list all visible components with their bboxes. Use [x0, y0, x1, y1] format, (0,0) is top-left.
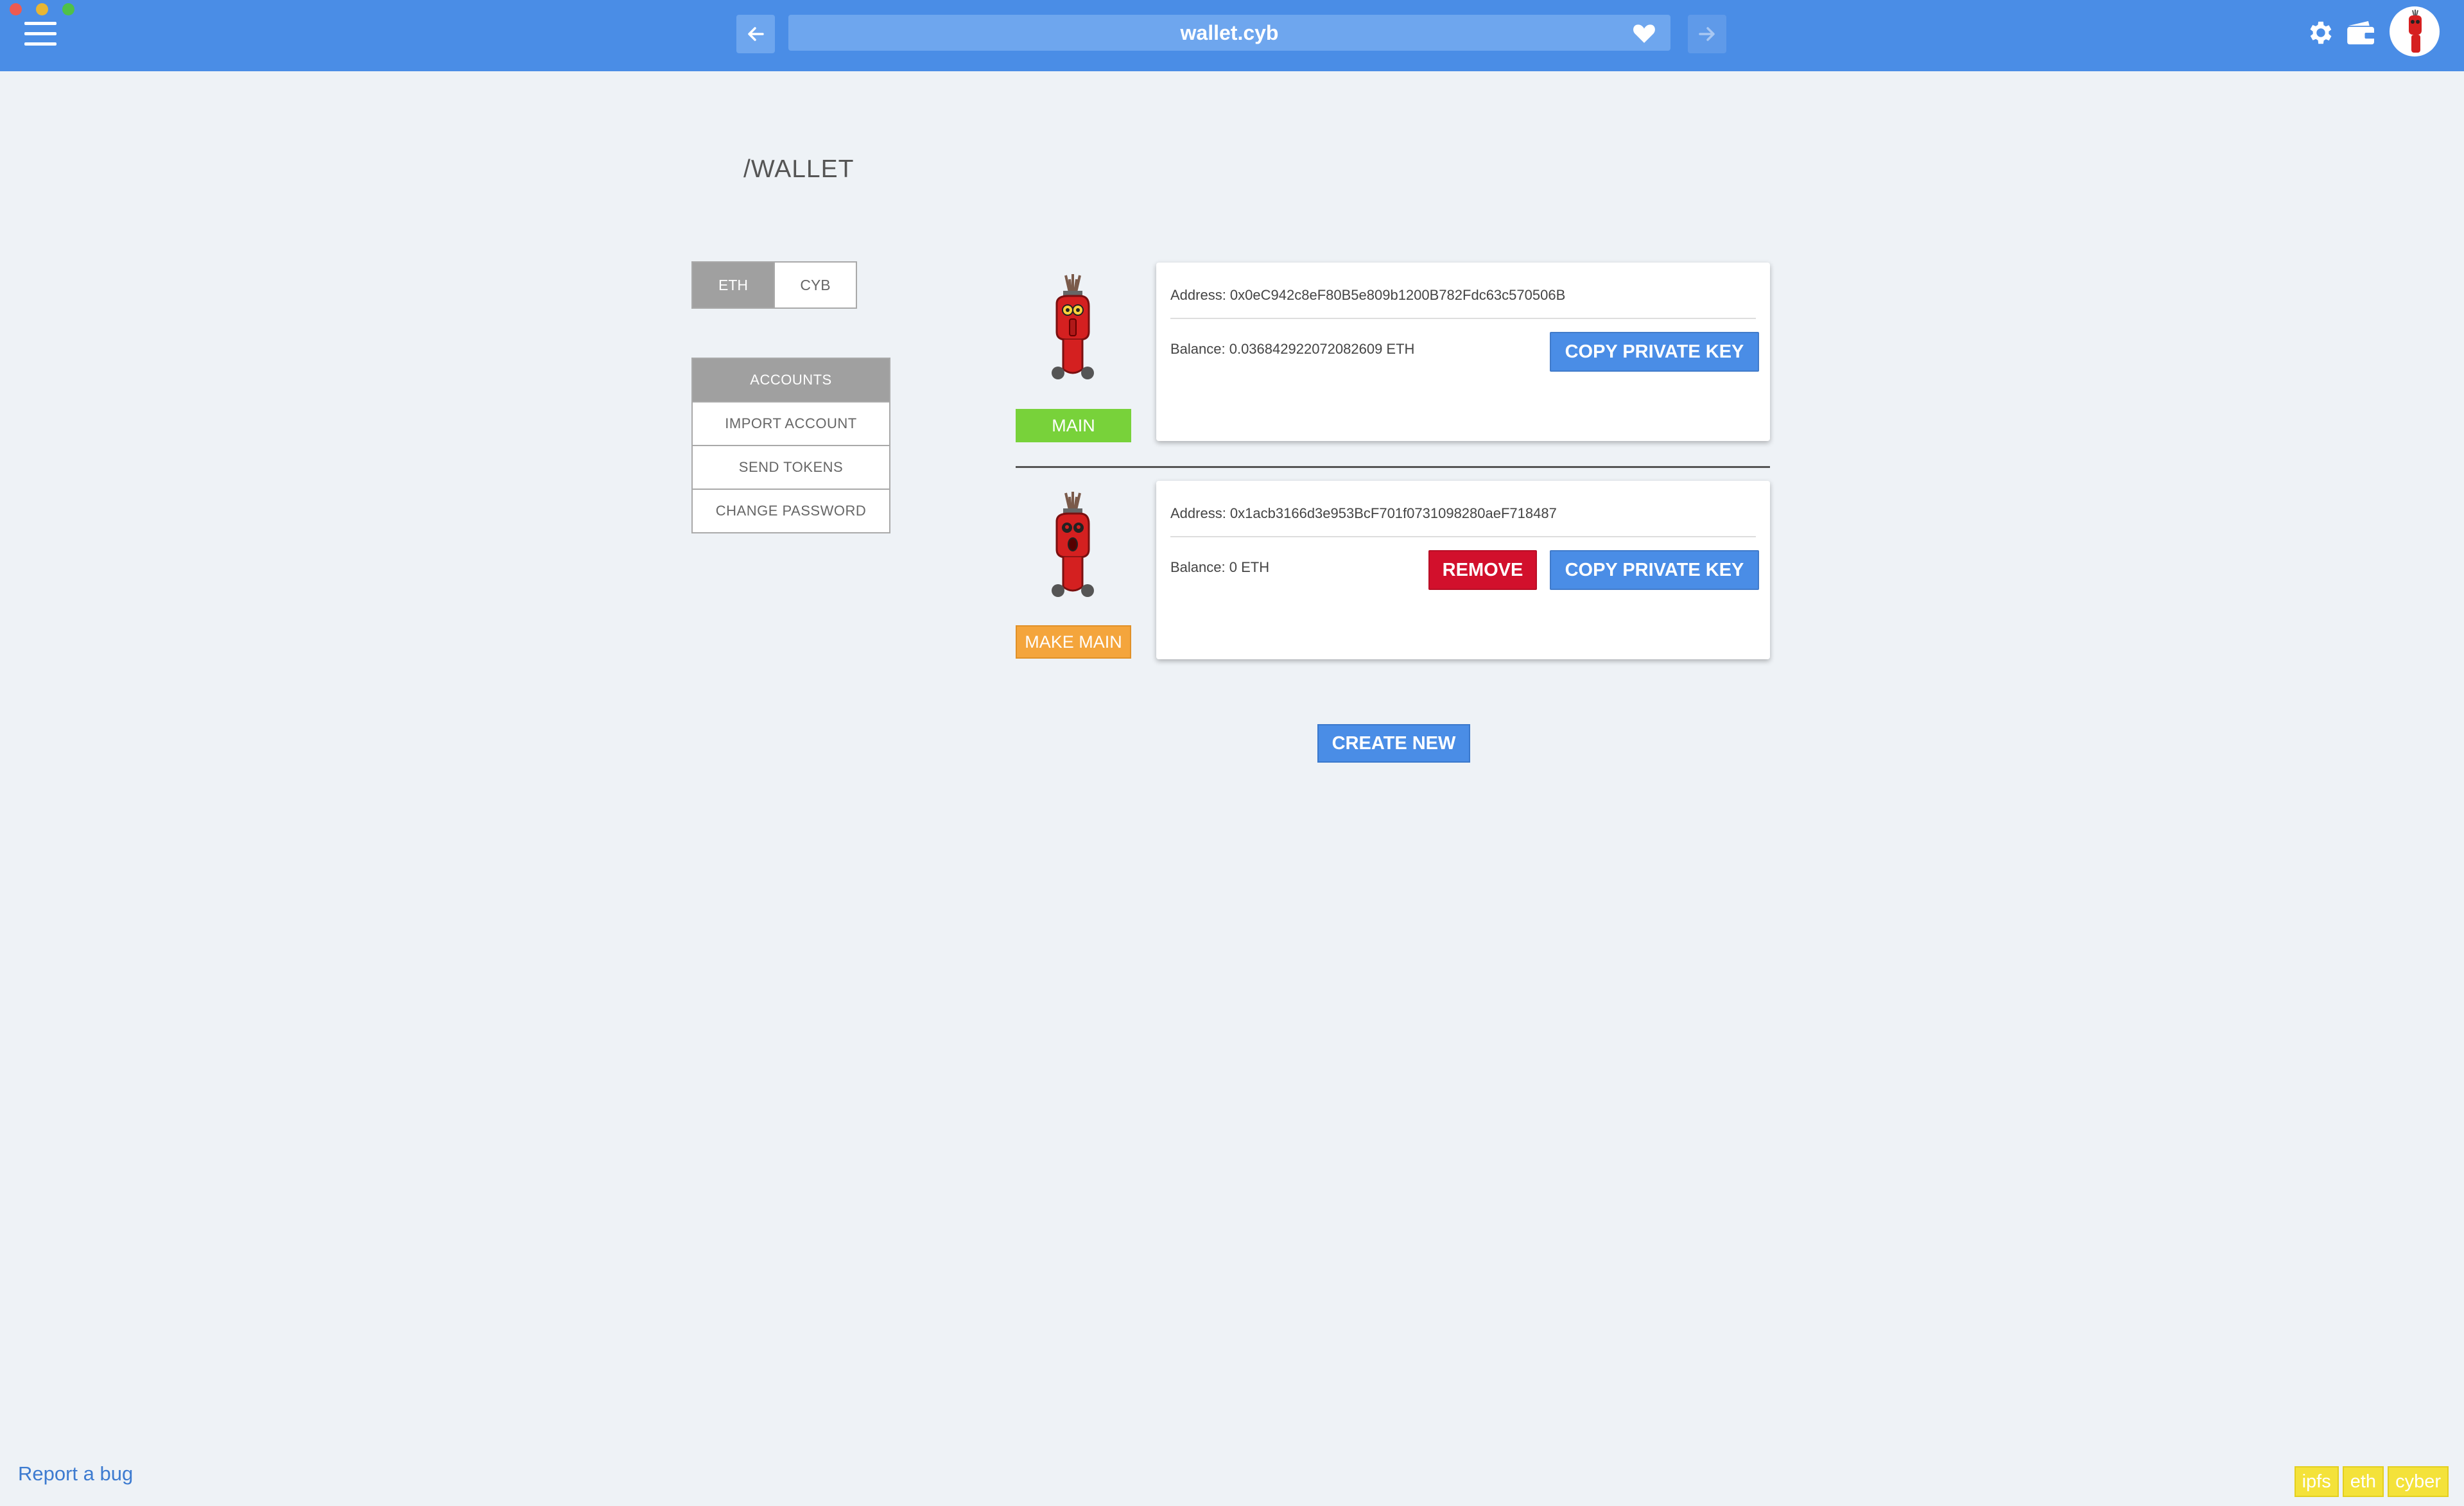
menu-item-send-tokens[interactable]: SEND TOKENS [693, 445, 889, 489]
arrow-right-icon [1699, 27, 1715, 41]
gear-icon[interactable] [2306, 18, 2336, 48]
status-badges: ipfs eth cyber [2294, 1466, 2449, 1497]
account-balance: Balance: 0.036842922072082609 ETH [1170, 341, 1415, 357]
tab-cyb[interactable]: CYB [775, 263, 856, 307]
account-avatar [1052, 274, 1094, 379]
tab-eth[interactable]: ETH [693, 263, 775, 307]
menu-item-import-account[interactable]: IMPORT ACCOUNT [693, 401, 889, 445]
page-title: /WALLET [743, 155, 855, 183]
menu-item-accounts[interactable]: ACCOUNTS [693, 359, 889, 401]
window-minimize-button[interactable] [36, 3, 48, 15]
cyber-badge[interactable]: cyber [2388, 1466, 2449, 1497]
account-address: Address: 0x0eC942c8eF80B5e809b1200B782Fd… [1170, 287, 1566, 303]
accounts-divider [1016, 466, 1770, 468]
hamburger-icon[interactable] [24, 19, 56, 48]
make-main-button[interactable]: MAKE MAIN [1016, 625, 1131, 659]
main-account-button[interactable]: MAIN [1016, 409, 1131, 442]
back-button[interactable] [736, 15, 775, 53]
account-card: Address: 0x1acb3166d3e953BcF701f07310982… [1156, 481, 1770, 659]
report-bug-link[interactable]: Report a bug [18, 1462, 133, 1485]
address-bar[interactable]: wallet.cyb [788, 15, 1670, 51]
copy-private-key-button[interactable]: COPY PRIVATE KEY [1550, 550, 1759, 590]
robot-avatar-icon [2409, 10, 2422, 53]
remove-account-button[interactable]: REMOVE [1428, 550, 1537, 590]
network-switch: ETH CYB [691, 261, 857, 309]
account-balance: Balance: 0 ETH [1170, 559, 1270, 575]
window-close-button[interactable] [10, 3, 22, 15]
wallet-icon[interactable] [2346, 20, 2377, 46]
forward-button[interactable] [1688, 15, 1726, 53]
account-address: Address: 0x1acb3166d3e953BcF701f07310982… [1170, 505, 1557, 521]
arrow-left-icon [748, 27, 764, 41]
url-text: wallet.cyb [1180, 21, 1279, 44]
menu-item-change-password[interactable]: CHANGE PASSWORD [693, 489, 889, 532]
browser-toolbar: wallet.cyb [0, 0, 2464, 71]
account-card: Address: 0x0eC942c8eF80B5e809b1200B782Fd… [1156, 263, 1770, 441]
card-divider [1170, 318, 1756, 319]
ipfs-badge[interactable]: ipfs [2294, 1466, 2339, 1497]
wallet-menu: ACCOUNTS IMPORT ACCOUNT SEND TOKENS CHAN… [691, 358, 890, 533]
eth-badge[interactable]: eth [2342, 1466, 2384, 1497]
account-avatar [1052, 492, 1094, 597]
heart-icon[interactable] [1632, 21, 1656, 44]
user-avatar[interactable] [2390, 6, 2440, 56]
window-maximize-button[interactable] [62, 3, 74, 15]
create-new-button[interactable]: CREATE NEW [1317, 724, 1470, 763]
copy-private-key-button[interactable]: COPY PRIVATE KEY [1550, 332, 1759, 372]
card-divider [1170, 536, 1756, 537]
